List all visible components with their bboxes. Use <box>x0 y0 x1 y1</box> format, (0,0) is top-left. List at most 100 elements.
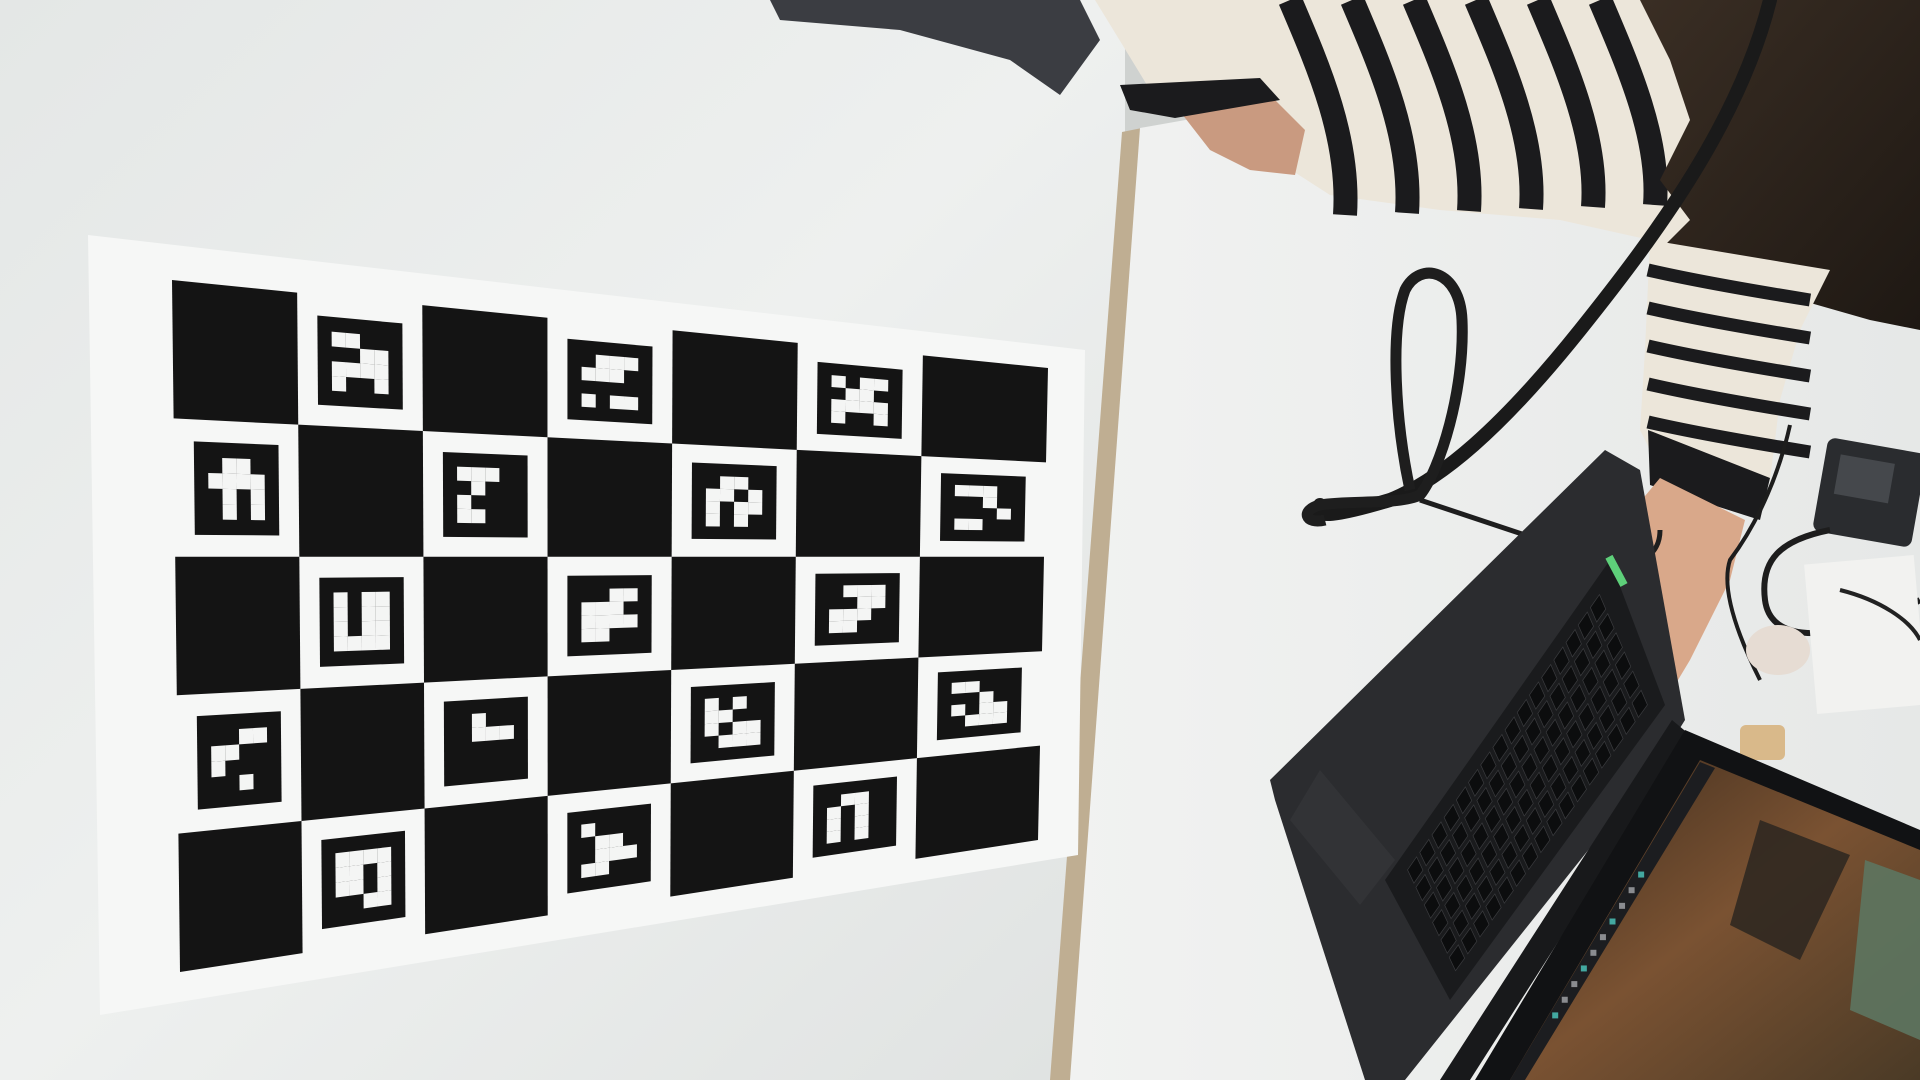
board-square <box>298 424 424 557</box>
aruco-bit <box>854 802 869 817</box>
aruco-bit <box>349 849 364 867</box>
aruco-bit <box>349 864 364 882</box>
aruco-marker <box>317 315 403 410</box>
aruco-bit <box>457 494 472 510</box>
aruco-bit <box>250 504 266 521</box>
aruco-bit <box>609 846 624 861</box>
aruco-bit <box>968 485 984 497</box>
aruco-bit <box>609 369 625 384</box>
aruco-bit <box>609 832 624 848</box>
aruco-bit <box>609 601 624 615</box>
round-object <box>1746 625 1810 675</box>
aruco-bit <box>222 457 237 474</box>
aruco-bit <box>222 473 237 490</box>
aruco-bit <box>968 518 983 531</box>
aruco-bit <box>859 389 874 403</box>
aruco-bit <box>979 702 994 715</box>
aruco-bit <box>581 393 596 408</box>
aruco-bit <box>719 488 735 502</box>
aruco-bit <box>374 364 389 380</box>
aruco-bit <box>623 614 638 628</box>
aruco-bit <box>485 467 500 482</box>
aruco-bit <box>499 724 514 740</box>
taskbar-icon <box>1638 871 1645 878</box>
aruco-bit <box>718 734 733 749</box>
aruco-bit <box>595 834 610 850</box>
aruco-bit <box>622 844 637 860</box>
aruco-bit <box>208 472 223 489</box>
aruco-bit <box>335 881 350 898</box>
aruco-bit <box>859 377 875 391</box>
aruco-bit <box>954 484 970 497</box>
aruco-bit <box>375 591 390 607</box>
aruco-bit <box>609 395 625 410</box>
aruco-bit <box>951 704 966 717</box>
board-square <box>672 330 798 450</box>
aruco-bit <box>361 591 376 607</box>
photo-scene <box>0 0 1920 1080</box>
aruco-bit <box>705 488 721 502</box>
aruco-bit <box>831 375 846 389</box>
board-square <box>918 556 1044 658</box>
aruco-bit <box>857 608 872 621</box>
aruco-bit <box>996 508 1012 520</box>
scene-drawing <box>0 0 1920 1080</box>
aruco-bit <box>854 814 869 829</box>
aruco-bit <box>840 792 856 807</box>
aruco-bit <box>360 348 375 365</box>
aruco-bit <box>704 697 719 712</box>
aruco-bit <box>704 710 719 725</box>
aruco-bit <box>347 635 362 652</box>
aruco-bit <box>609 355 625 371</box>
board-square <box>547 670 672 796</box>
aruco-bit <box>845 388 860 402</box>
aruco-bit <box>978 713 994 726</box>
aruco-bit <box>843 608 858 621</box>
aruco-bit <box>471 481 486 496</box>
aruco-bit <box>746 719 761 734</box>
aruco-bit <box>457 508 472 524</box>
aruco-bit <box>360 363 375 379</box>
aruco-bit <box>732 696 747 710</box>
aruco-bit <box>471 713 486 728</box>
aruco-bit <box>732 733 747 747</box>
board-square <box>795 449 922 557</box>
board-square <box>178 821 303 972</box>
aruco-bit <box>979 691 994 704</box>
aruco-bit <box>581 628 596 643</box>
aruco-bit <box>873 378 889 392</box>
aruco-bit <box>363 848 378 865</box>
aruco-bit <box>733 514 749 527</box>
board-square <box>423 556 548 683</box>
taskbar-icon <box>1571 981 1578 988</box>
aruco-bit <box>954 518 969 530</box>
aruco-bit <box>857 596 872 609</box>
aruco-bit <box>854 826 869 840</box>
taskbar-icon <box>1619 902 1626 909</box>
board-square <box>547 437 673 557</box>
aruco-bit <box>871 584 886 597</box>
board-square <box>921 355 1048 463</box>
aruco-bit <box>333 636 348 652</box>
aruco-bit <box>595 354 610 370</box>
aruco-bit <box>595 860 610 877</box>
aruco-bit <box>965 681 980 694</box>
aruco-bit <box>581 823 596 839</box>
aruco-bit <box>609 614 624 629</box>
aruco-bit <box>829 609 844 622</box>
aruco-bit <box>361 620 376 636</box>
aruco-bit <box>951 681 966 695</box>
board-square <box>175 556 301 696</box>
aruco-bit <box>211 760 226 778</box>
aruco-bit <box>826 818 841 832</box>
board-square <box>915 745 1040 859</box>
aruco-bit <box>859 401 874 414</box>
aruco-bit <box>222 504 237 520</box>
aruco-bit <box>705 513 720 527</box>
board-square <box>793 657 919 771</box>
taskbar-icon <box>1552 1012 1559 1019</box>
aruco-bit <box>331 361 347 377</box>
aruco-bit <box>335 851 350 869</box>
aruco-bit <box>331 331 346 348</box>
aruco-bit <box>581 366 596 382</box>
